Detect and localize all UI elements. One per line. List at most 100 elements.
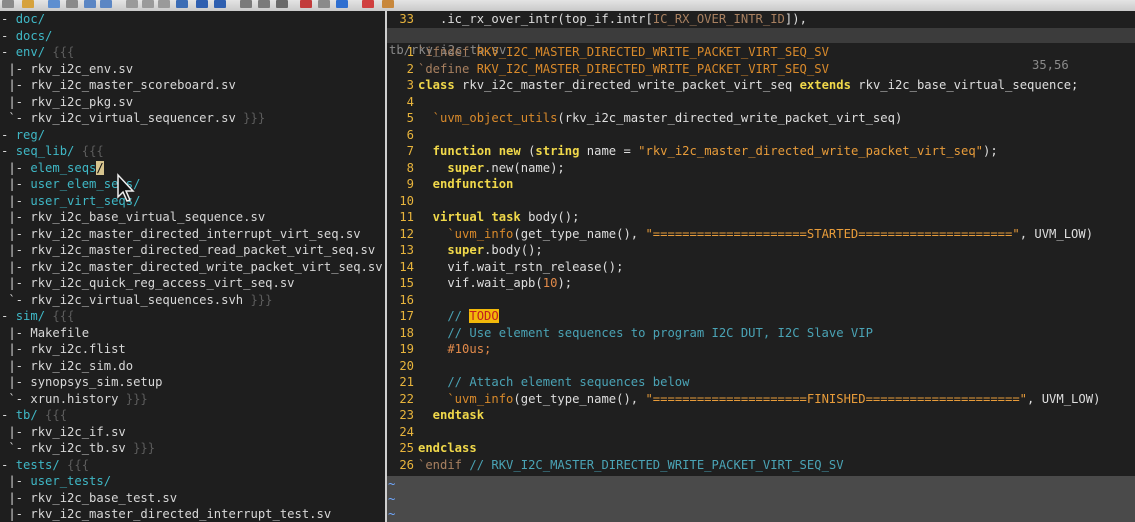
code-token: "=====================STARTED===========…	[645, 226, 1020, 241]
tree-branch-glyph: |-	[1, 490, 31, 505]
tree-file[interactable]: |- rkv_i2c_quick_reg_access_virt_seq.sv	[1, 275, 294, 292]
code-line[interactable]: 11 virtual task body();	[387, 209, 579, 226]
redo-icon[interactable]	[100, 0, 112, 8]
find-icon[interactable]	[176, 0, 188, 8]
tree-file[interactable]: |- synopsys_sim.setup	[1, 374, 162, 391]
code-token: extends	[799, 78, 851, 92]
code-line[interactable]: 25 endclass	[387, 440, 476, 457]
tag-icon[interactable]	[336, 0, 348, 8]
tree-file[interactable]: `- rkv_i2c_virtual_sequencer.sv }}}	[1, 110, 265, 127]
line-number: 23	[399, 408, 414, 422]
print-icon[interactable]	[66, 0, 78, 8]
code-line[interactable]: 20	[387, 358, 418, 375]
code-token: body();	[520, 210, 580, 224]
code-token: string	[535, 144, 580, 158]
copy-icon[interactable]	[142, 0, 154, 8]
tree-branch-glyph: -	[1, 408, 16, 422]
tree-file[interactable]: |- rkv_i2c_master_directed_write_packet_…	[1, 259, 382, 276]
tree-directory[interactable]: |- elem_seqs/	[1, 160, 104, 177]
editor-pane[interactable]: 33 .ic_rx_over_intr(top_if.intr[IC_RX_OV…	[387, 11, 1135, 522]
code-line[interactable]: 7 function new (string name = "rkv_i2c_m…	[387, 143, 998, 160]
code-line[interactable]: 12 `uvm_info(get_type_name(), "=========…	[387, 226, 1093, 243]
tree-directory[interactable]: |- user_tests/	[1, 473, 111, 490]
line-number: 24	[399, 424, 414, 439]
line-number: 8	[406, 160, 414, 175]
tree-directory[interactable]: - tests/ {{{	[1, 457, 89, 474]
script-icon[interactable]	[382, 0, 394, 8]
tree-directory[interactable]: - env/ {{{	[1, 44, 74, 61]
load-session-icon[interactable]	[240, 0, 252, 8]
code-line[interactable]: 24	[387, 424, 418, 441]
tree-directory[interactable]: - docs/	[1, 28, 52, 45]
tree-file[interactable]: |- rkv_i2c_base_virtual_sequence.sv	[1, 209, 265, 226]
code-token: endtask	[418, 408, 485, 422]
save-icon[interactable]	[48, 0, 60, 8]
make-icon[interactable]	[300, 0, 312, 8]
tree-branch-glyph: -	[1, 12, 16, 26]
tree-file[interactable]: |- rkv_i2c_master_directed_interrupt_vir…	[1, 226, 360, 243]
save-session-icon[interactable]	[258, 0, 270, 8]
tree-directory[interactable]: - tb/ {{{	[1, 407, 67, 424]
code-line[interactable]: 1 `ifndef RKV_I2C_MASTER_DIRECTED_WRITE_P…	[387, 44, 829, 61]
tree-branch-glyph: -	[1, 28, 16, 43]
forward-icon[interactable]	[214, 0, 226, 8]
back-icon[interactable]	[196, 0, 208, 8]
new-file-icon[interactable]	[2, 0, 14, 8]
code-token: 10	[542, 276, 558, 290]
line-number: 22	[399, 391, 414, 406]
code-line[interactable]: 23 endtask	[387, 407, 484, 424]
tree-file[interactable]: |- rkv_i2c_if.sv	[1, 424, 125, 441]
tree-file[interactable]: |- rkv_i2c_pkg.sv	[1, 94, 133, 111]
code-line[interactable]: 17 // TODO	[387, 308, 499, 325]
code-line[interactable]: 19 #10us;	[387, 341, 491, 358]
code-line[interactable]: 13 super.body();	[387, 242, 542, 259]
tree-branch-glyph: |-	[1, 358, 31, 373]
tree-file[interactable]: |- rkv_i2c_master_scoreboard.sv	[1, 77, 235, 94]
undo-icon[interactable]	[84, 0, 96, 8]
code-line[interactable]: 14 vif.wait_rstn_release();	[387, 259, 623, 276]
code-token: `uvm_object_utils	[418, 111, 558, 125]
tree-file[interactable]: |- rkv_i2c_base_test.sv	[1, 490, 177, 507]
code-line[interactable]: 8 super.new(name);	[387, 160, 565, 177]
toolbar	[0, 0, 1135, 11]
paste-icon[interactable]	[158, 0, 170, 8]
tree-file[interactable]: |- rkv_i2c_sim.do	[1, 358, 133, 375]
tree-directory[interactable]: - doc/	[1, 11, 45, 28]
code-line[interactable]: 16	[387, 292, 418, 309]
code-line[interactable]: 2 `define RKV_I2C_MASTER_DIRECTED_WRITE_P…	[387, 61, 829, 78]
cut-icon[interactable]	[126, 0, 138, 8]
code-line[interactable]: 4	[387, 94, 418, 111]
code-line[interactable]: 22 `uvm_info(get_type_name(), "=========…	[387, 391, 1100, 408]
code-line[interactable]: 6	[387, 127, 418, 144]
code-token: // Use element sequences to program I2C …	[418, 325, 873, 340]
tree-entry-name: rkv_i2c_base_virtual_sequence.sv	[30, 210, 266, 224]
code-line[interactable]: 9 endfunction	[387, 176, 514, 193]
line-number: 16	[399, 292, 414, 307]
code-line[interactable]: 26 `endif // RKV_I2C_MASTER_DIRECTED_WRIT…	[387, 457, 843, 474]
run-icon[interactable]	[276, 0, 288, 8]
open-icon[interactable]	[22, 0, 34, 8]
tree-directory[interactable]: - seq_lib/ {{{	[1, 143, 104, 160]
help-icon[interactable]	[362, 0, 374, 8]
tree-file[interactable]: |- rkv_i2c_master_directed_read_packet_v…	[1, 242, 375, 259]
tree-file[interactable]: `- xrun.history }}}	[1, 391, 147, 408]
code-line[interactable]: 18 // Use element sequences to program I…	[387, 325, 873, 342]
tree-directory[interactable]: - sim/ {{{	[1, 308, 74, 325]
code-line[interactable]: 3 class rkv_i2c_master_directed_write_pac…	[387, 77, 1079, 94]
tree-directory[interactable]: - reg/	[1, 127, 45, 144]
file-tree-pane[interactable]: - doc/- docs/- env/ {{{ |- rkv_i2c_env.s…	[0, 11, 385, 522]
tree-file[interactable]: `- rkv_i2c_tb.sv }}}	[1, 440, 155, 457]
code-line[interactable]: 10	[387, 193, 418, 210]
tree-file[interactable]: `- rkv_i2c_virtual_sequences.svh }}}	[1, 292, 272, 309]
code-line[interactable]: 15 vif.wait_apb(10);	[387, 275, 572, 292]
code-line[interactable]: 5 `uvm_object_utils(rkv_i2c_master_direc…	[387, 110, 903, 127]
code-token: `endif	[418, 457, 470, 472]
code-line[interactable]: 21 // Attach element sequences below	[387, 374, 689, 391]
tree-file[interactable]: |- rkv_i2c_master_directed_interrupt_tes…	[1, 506, 331, 522]
tree-branch-glyph: |-	[1, 210, 31, 224]
tree-file[interactable]: |- rkv_i2c_env.sv	[1, 61, 133, 78]
tree-entry-name: rkv_i2c_env.sv	[30, 61, 134, 76]
shell-icon[interactable]	[318, 0, 330, 8]
tree-file[interactable]: |- Makefile	[1, 325, 89, 342]
tree-file[interactable]: |- rkv_i2c.flist	[1, 341, 125, 358]
